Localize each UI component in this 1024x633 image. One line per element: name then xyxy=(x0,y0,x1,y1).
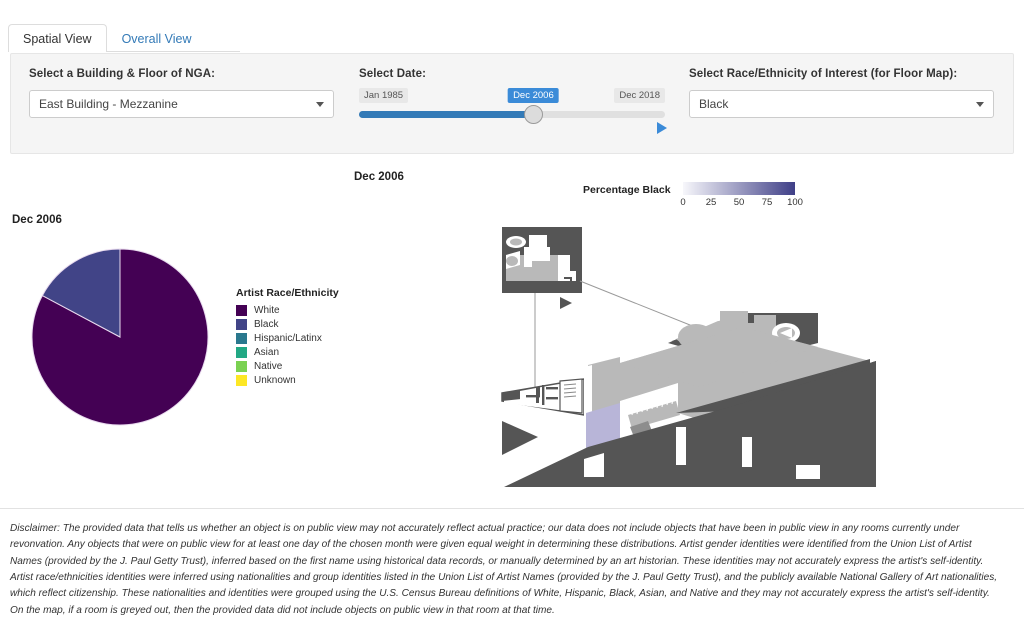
race-select-value: Black xyxy=(699,97,729,111)
view-tabs: Spatial View Overall View xyxy=(8,14,240,52)
chevron-down-icon xyxy=(316,102,324,107)
legend-item[interactable]: Unknown xyxy=(236,374,356,387)
legend-label: White xyxy=(254,305,280,316)
date-current-label: Dec 2006 xyxy=(508,88,559,104)
legend-item[interactable]: Native xyxy=(236,360,356,373)
legend-swatch-icon xyxy=(236,361,247,372)
building-control: Select a Building & Floor of NGA: East B… xyxy=(29,68,341,118)
pie-title: Dec 2006 xyxy=(12,214,62,226)
pie-legend: Artist Race/Ethnicity White Black Hispanic… xyxy=(236,287,356,388)
colorbar-tick: 50 xyxy=(733,197,745,208)
colorbar-tick: 25 xyxy=(705,197,717,208)
legend-swatch-icon xyxy=(236,375,247,386)
controls-panel: Select a Building & Floor of NGA: East B… xyxy=(10,53,1014,154)
legend-swatch-icon xyxy=(236,305,247,316)
legend-swatch-icon xyxy=(236,333,247,344)
legend-label: Hispanic/Latinx xyxy=(254,333,322,344)
building-label: Select a Building & Floor of NGA: xyxy=(29,68,216,80)
legend-swatch-icon xyxy=(236,319,247,330)
pie-legend-title: Artist Race/Ethnicity xyxy=(236,287,339,299)
legend-item[interactable]: White xyxy=(236,304,356,317)
building-select[interactable]: East Building - Mezzanine xyxy=(29,90,334,118)
date-slider[interactable]: Jan 1985 Dec 2006 Dec 2018 xyxy=(359,88,667,134)
race-control: Select Race/Ethnicity of Interest (for F… xyxy=(689,68,1001,118)
date-min-label: Jan 1985 xyxy=(359,88,409,104)
legend-label: Unknown xyxy=(254,375,296,386)
legend-label: Native xyxy=(254,361,283,372)
legend-item[interactable]: Asian xyxy=(236,346,356,359)
floor-map-left-inset xyxy=(501,378,585,455)
legend-item[interactable]: Hispanic/Latinx xyxy=(236,332,356,345)
play-triangle-icon[interactable] xyxy=(657,122,667,134)
colorbar-title: Percentage Black xyxy=(583,184,671,196)
colorbar-ticks: 0 25 50 75 100 xyxy=(665,197,803,211)
colorbar-tick: 0 xyxy=(680,197,686,208)
date-max-label: Dec 2018 xyxy=(614,88,665,104)
slider-track[interactable] xyxy=(359,111,665,118)
legend-item[interactable]: Black xyxy=(236,318,356,331)
tab-spatial-view[interactable]: Spatial View xyxy=(8,23,107,52)
race-select[interactable]: Black xyxy=(689,90,994,118)
slider-fill xyxy=(359,111,534,118)
date-control: Select Date: Jan 1985 Dec 2006 Dec 2018 xyxy=(359,68,679,134)
date-label: Select Date: xyxy=(359,68,427,80)
disclaimer-text: Disclaimer: The provided data that tells… xyxy=(0,508,1024,633)
map-title: Dec 2006 xyxy=(354,171,404,183)
colorbar-tick: 100 xyxy=(787,197,803,208)
floor-map-upper-inset xyxy=(502,227,582,309)
legend-label: Black xyxy=(254,319,279,330)
legend-swatch-icon xyxy=(236,347,247,358)
dashboard-root: Spatial View Overall View Select a Build… xyxy=(0,0,1024,633)
colorbar: Percentage Black 0 25 50 75 100 xyxy=(583,182,803,214)
legend-label: Asian xyxy=(254,347,280,358)
building-select-value: East Building - Mezzanine xyxy=(39,97,178,111)
floor-map xyxy=(501,227,876,487)
colorbar-tick: 75 xyxy=(761,197,773,208)
tab-overall-view[interactable]: Overall View xyxy=(107,24,207,53)
race-label: Select Race/Ethnicity of Interest (for F… xyxy=(689,68,958,80)
race-pie-chart xyxy=(31,248,209,426)
slider-handle[interactable] xyxy=(524,105,544,124)
chevron-down-icon xyxy=(976,102,984,107)
colorbar-gradient xyxy=(683,182,795,195)
